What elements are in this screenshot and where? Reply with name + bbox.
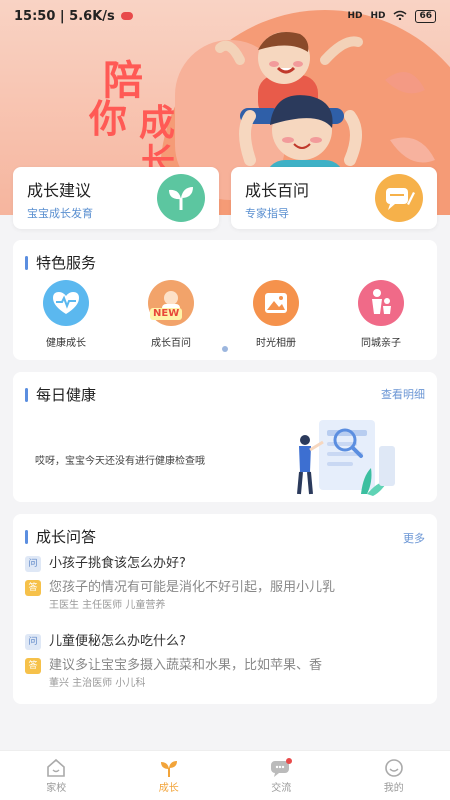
chat-icon (225, 757, 338, 779)
health-empty-text: 哎呀，宝宝今天还没有进行健康检查哦 (35, 456, 205, 467)
status-icons: HD HD 66 (347, 9, 436, 23)
chat-pen-icon (375, 174, 423, 222)
qa-answer: 答您孩子的情况有可能是消化不好引起，服用小儿乳 (25, 578, 427, 598)
service-growth-faq[interactable]: NEW 成长百问 (126, 280, 216, 349)
nav-growth-label: 成长 (158, 783, 179, 794)
photo-album-icon (253, 280, 299, 326)
heart-pulse-icon (43, 280, 89, 326)
signal-hd-2: HD (370, 11, 386, 21)
parent-child-icon (358, 280, 404, 326)
answer-tag: 答 (25, 579, 41, 596)
signal-hd-1: HD (347, 11, 363, 21)
growth-qa-panel: 成长问答 更多 问小孩子挑食该怎么办好? 答您孩子的情况有可能是消化不好引起，服… (13, 514, 437, 704)
smile-face-icon (338, 757, 450, 779)
sprout-icon (157, 174, 205, 222)
status-time: 15:50 | 5.6K/s (14, 8, 115, 24)
wifi-icon (393, 10, 407, 23)
featured-services-title: 特色服务 (25, 252, 96, 273)
question-tag: 问 (25, 555, 41, 572)
nav-home-school-label: 家校 (46, 783, 67, 794)
view-details-link[interactable]: 查看明细 (381, 386, 425, 402)
growth-faq-card[interactable]: 成长百问 专家指导 (231, 167, 437, 229)
answer-text: 您孩子的情况有可能是消化不好引起，服用小儿乳 (49, 580, 336, 595)
question-text: 儿童便秘怎么办吃什么? (49, 634, 186, 649)
answer-author: 董兴 主治医师 小儿科 (49, 678, 146, 689)
service-local-parenting[interactable]: 同城亲子 (336, 280, 426, 349)
service-health-growth[interactable]: 健康成长 (21, 280, 111, 349)
home-icon (0, 757, 113, 779)
more-qa-link[interactable]: 更多 (403, 530, 425, 546)
featured-services-panel: 特色服务 健康成长 NEW 成长百问 时光相册 同城亲子 (13, 240, 437, 360)
qa-answer: 答建议多让宝宝多摄入蔬菜和水果，比如苹果、香 (25, 656, 427, 676)
growth-advice-card[interactable]: 成长建议 宝宝成长发育 (13, 167, 219, 229)
health-check-illustration (297, 420, 395, 496)
daily-health-title: 每日健康 (25, 384, 96, 405)
answer-tag: 答 (25, 657, 41, 674)
growth-faq-title: 成长百问 (245, 181, 310, 200)
nav-home-school[interactable]: 家校 (0, 751, 113, 800)
sprout-icon (113, 757, 226, 779)
growth-advice-title: 成长建议 (27, 181, 92, 200)
nav-mine[interactable]: 我的 (338, 751, 450, 800)
nav-community-label: 交流 (271, 783, 292, 794)
battery-icon: 66 (415, 9, 436, 23)
qa-item[interactable]: 问儿童便秘怎么办吃什么? 答建议多让宝宝多摄入蔬菜和水果，比如苹果、香 董兴 主… (25, 632, 427, 692)
answer-text: 建议多让宝宝多摄入蔬菜和水果，比如苹果、香 (49, 658, 323, 673)
service-health-growth-label: 健康成长 (46, 338, 86, 349)
new-badge: NEW (150, 308, 183, 320)
hero-slogan: 陪 你 成 长 (89, 57, 176, 182)
qa-item[interactable]: 问小孩子挑食该怎么办好? 答您孩子的情况有可能是消化不好引起，服用小儿乳 王医生… (25, 554, 427, 614)
bottom-nav: 家校 成长 交流 我的 (0, 750, 450, 800)
question-text: 小孩子挑食该怎么办好? (49, 556, 186, 571)
growth-faq-subtitle: 专家指导 (245, 207, 289, 220)
nav-growth[interactable]: 成长 (113, 751, 226, 800)
daily-health-panel: 每日健康 查看明细 哎呀，宝宝今天还没有进行健康检查哦 (13, 372, 437, 502)
growth-advice-subtitle: 宝宝成长发育 (27, 207, 93, 220)
carousel-indicator (222, 346, 228, 352)
qa-question: 问小孩子挑食该怎么办好? (25, 554, 427, 574)
nav-mine-label: 我的 (383, 783, 404, 794)
status-bar: 15:50 | 5.6K/s HD HD 66 (0, 0, 450, 32)
growth-new-icon: NEW (148, 280, 194, 326)
service-local-parenting-label: 同城亲子 (361, 338, 401, 349)
service-photo-album-label: 时光相册 (256, 338, 296, 349)
growth-qa-title: 成长问答 (25, 526, 96, 547)
qa-question: 问儿童便秘怎么办吃什么? (25, 632, 427, 652)
service-growth-faq-label: 成长百问 (151, 338, 191, 349)
nav-community[interactable]: 交流 (225, 751, 338, 800)
answer-author: 王医生 主任医师 儿童营养 (49, 600, 166, 611)
notification-dot (120, 12, 133, 20)
question-tag: 问 (25, 633, 41, 650)
service-photo-album[interactable]: 时光相册 (231, 280, 321, 349)
